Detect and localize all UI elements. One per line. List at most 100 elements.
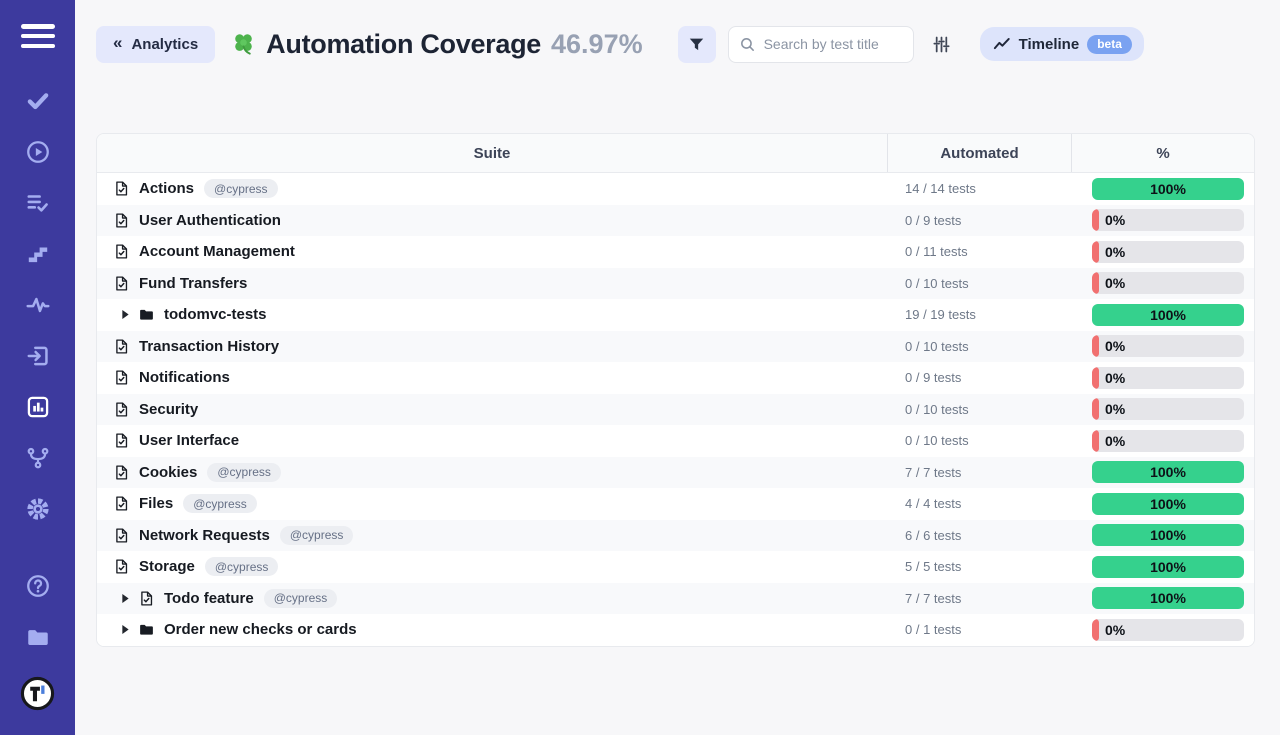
table-row[interactable]: Transaction History 0 / 10 tests 0% — [97, 331, 1254, 363]
table-row[interactable]: Cookies @cypress 7 / 7 tests 100% — [97, 457, 1254, 489]
folder-icon[interactable] — [24, 624, 52, 650]
testomat-logo[interactable] — [20, 676, 55, 711]
automated-count: 0 / 1 tests — [887, 622, 1072, 637]
progress-label: 0% — [1105, 338, 1125, 354]
suite-name: todomvc-tests — [164, 306, 267, 323]
table-row[interactable]: Order new checks or cards 0 / 1 tests 0% — [97, 614, 1254, 646]
search-input[interactable] — [764, 36, 903, 52]
progress-bar: 100% — [1092, 556, 1244, 578]
progress-sliver — [1092, 619, 1099, 641]
progress-bar: 0% — [1092, 335, 1244, 357]
progress-label: 100% — [1150, 496, 1186, 512]
coverage-percent: 46.97% — [551, 29, 643, 60]
suite-cell: Transaction History — [97, 331, 887, 363]
list-check-icon[interactable] — [24, 190, 52, 216]
automated-count: 7 / 7 tests — [887, 591, 1072, 606]
percent-cell: 100% — [1072, 178, 1254, 200]
table-row[interactable]: todomvc-tests 19 / 19 tests 100% — [97, 299, 1254, 331]
sidebar — [0, 0, 75, 735]
automated-count: 7 / 7 tests — [887, 465, 1072, 480]
progress-label: 0% — [1105, 370, 1125, 386]
file-check-icon — [113, 275, 130, 292]
automated-count: 14 / 14 tests — [887, 181, 1072, 196]
trend-line-icon — [993, 36, 1011, 52]
suite-name: Actions — [139, 180, 194, 197]
progress-label: 0% — [1105, 433, 1125, 449]
table-row[interactable]: Account Management 0 / 11 tests 0% — [97, 236, 1254, 268]
automated-count: 0 / 10 tests — [887, 339, 1072, 354]
table-row[interactable]: Notifications 0 / 9 tests 0% — [97, 362, 1254, 394]
percent-cell: 0% — [1072, 398, 1254, 420]
table-row[interactable]: User Interface 0 / 10 tests 0% — [97, 425, 1254, 457]
suite-cell: Order new checks or cards — [97, 614, 887, 646]
suite-name: Security — [139, 401, 198, 418]
bar-chart-icon[interactable] — [24, 394, 52, 420]
file-check-icon — [113, 527, 130, 544]
automated-count: 4 / 4 tests — [887, 496, 1072, 511]
gear-icon[interactable] — [24, 496, 52, 522]
percent-cell: 0% — [1072, 335, 1254, 357]
table-row[interactable]: Security 0 / 10 tests 0% — [97, 394, 1254, 426]
progress-label: 100% — [1150, 464, 1186, 480]
suite-cell: User Authentication — [97, 205, 887, 237]
suite-name: Todo feature — [164, 590, 254, 607]
table-row[interactable]: User Authentication 0 / 9 tests 0% — [97, 205, 1254, 237]
app-window: « Analytics Automation Coverage 46.97% — [0, 0, 1280, 735]
filter-button[interactable] — [678, 26, 716, 63]
tag-badge: @cypress — [280, 526, 354, 545]
table-row[interactable]: Storage @cypress 5 / 5 tests 100% — [97, 551, 1254, 583]
file-check-icon — [113, 243, 130, 260]
branch-icon[interactable] — [24, 445, 52, 471]
expand-caret-icon[interactable] — [121, 624, 130, 635]
file-check-icon — [113, 432, 130, 449]
timeline-button[interactable]: Timeline beta — [980, 27, 1144, 61]
check-icon[interactable] — [24, 88, 52, 114]
progress-label: 0% — [1105, 622, 1125, 638]
folder-icon — [138, 621, 155, 638]
search-icon — [739, 36, 756, 53]
adjustments-icon[interactable] — [930, 32, 954, 56]
automated-count: 0 / 10 tests — [887, 276, 1072, 291]
suite-cell: Account Management — [97, 236, 887, 268]
help-icon[interactable] — [24, 573, 52, 599]
suite-name: Transaction History — [139, 338, 279, 355]
progress-bar: 100% — [1092, 461, 1244, 483]
suite-name: Order new checks or cards — [164, 621, 357, 638]
table-row[interactable]: Actions @cypress 14 / 14 tests 100% — [97, 173, 1254, 205]
pulse-icon[interactable] — [24, 292, 52, 318]
automated-count: 19 / 19 tests — [887, 307, 1072, 322]
progress-bar: 100% — [1092, 587, 1244, 609]
table-row[interactable]: Files @cypress 4 / 4 tests 100% — [97, 488, 1254, 520]
percent-cell: 0% — [1072, 241, 1254, 263]
beta-badge: beta — [1087, 35, 1132, 54]
progress-bar: 0% — [1092, 430, 1244, 452]
progress-label: 100% — [1150, 559, 1186, 575]
progress-bar: 0% — [1092, 209, 1244, 231]
play-circle-icon[interactable] — [24, 139, 52, 165]
tag-badge: @cypress — [183, 494, 257, 513]
timeline-label: Timeline — [1019, 36, 1080, 53]
table-row[interactable]: Fund Transfers 0 / 10 tests 0% — [97, 268, 1254, 300]
suite-name: Fund Transfers — [139, 275, 247, 292]
funnel-icon — [687, 35, 706, 54]
percent-cell: 100% — [1072, 556, 1254, 578]
steps-icon[interactable] — [24, 241, 52, 267]
suite-name: User Interface — [139, 432, 239, 449]
suite-name: Files — [139, 495, 173, 512]
expand-caret-icon[interactable] — [121, 593, 130, 604]
analytics-back-button[interactable]: « Analytics — [96, 26, 215, 63]
expand-caret-icon[interactable] — [121, 309, 130, 320]
sign-in-icon[interactable] — [24, 343, 52, 369]
progress-label: 100% — [1150, 181, 1186, 197]
progress-bar: 0% — [1092, 272, 1244, 294]
percent-cell: 0% — [1072, 430, 1254, 452]
table-row[interactable]: Network Requests @cypress 6 / 6 tests 10… — [97, 520, 1254, 552]
page-title: Automation Coverage — [266, 29, 541, 60]
table-row[interactable]: Todo feature @cypress 7 / 7 tests 100% — [97, 583, 1254, 615]
suite-cell: Todo feature @cypress — [97, 583, 887, 615]
double-chevron-left-icon: « — [113, 33, 122, 53]
hamburger-icon[interactable] — [21, 24, 55, 48]
percent-cell: 100% — [1072, 493, 1254, 515]
suite-cell: Actions @cypress — [97, 173, 887, 205]
automated-count: 5 / 5 tests — [887, 559, 1072, 574]
